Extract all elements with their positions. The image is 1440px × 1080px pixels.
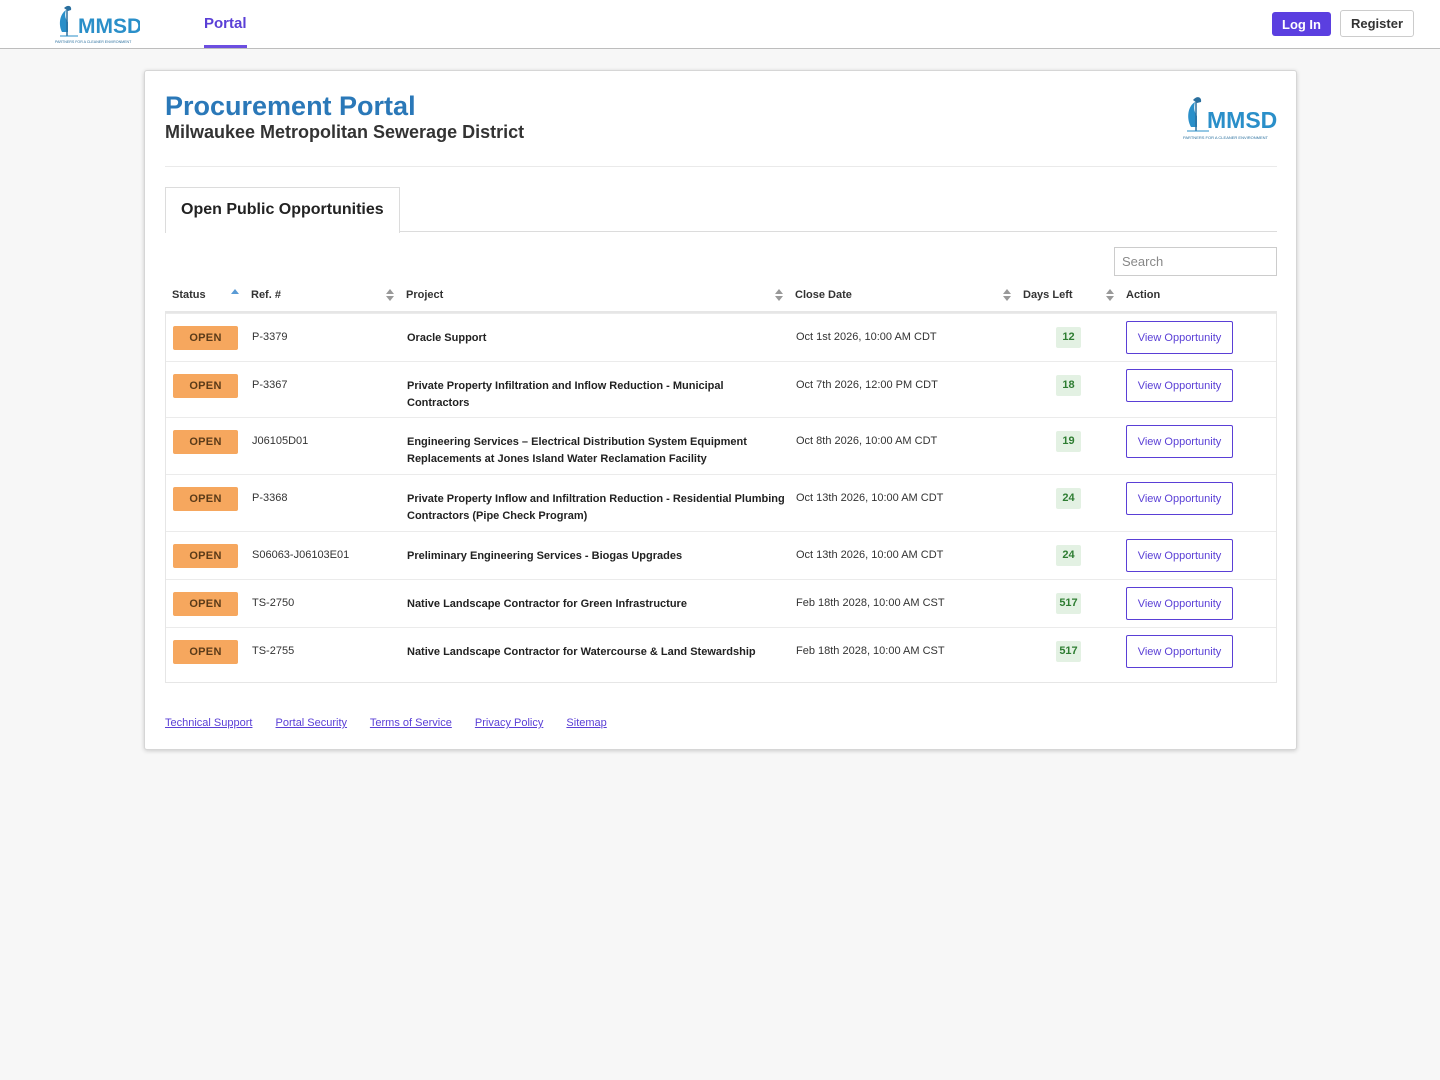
sort-icon[interactable]: [774, 287, 784, 303]
svg-text:PARTNERS FOR A CLEANER ENVIRON: PARTNERS FOR A CLEANER ENVIRONMENT: [55, 40, 132, 44]
status-badge: OPEN: [173, 326, 238, 350]
close-date: Oct 13th 2026, 10:00 AM CDT: [796, 492, 944, 504]
mmsd-logo[interactable]: MMSD PARTNERS FOR A CLEANER ENVIRONMENT: [54, 2, 140, 46]
close-date: Feb 18th 2028, 10:00 AM CST: [796, 597, 945, 609]
nav-tab-portal[interactable]: Portal: [204, 0, 247, 48]
status-badge: OPEN: [173, 544, 238, 568]
svg-text:PARTNERS FOR A CLEANER ENVIRON: PARTNERS FOR A CLEANER ENVIRONMENT: [1183, 135, 1269, 140]
sort-icon[interactable]: [1002, 287, 1012, 303]
register-button[interactable]: Register: [1340, 10, 1414, 37]
status-badge: OPEN: [173, 430, 238, 454]
ref-number: TS-2750: [252, 597, 295, 609]
days-left-badge: 24: [1056, 488, 1081, 509]
days-left-badge: 517: [1056, 593, 1081, 614]
column-header-action: Action: [1126, 289, 1161, 301]
view-opportunity-button[interactable]: View Opportunity: [1126, 369, 1233, 402]
table-row: OPEN TS-2755 Native Landscape Contractor…: [166, 627, 1276, 682]
table-row: OPEN P-3367 Private Property Infiltratio…: [166, 361, 1276, 417]
ref-number: J06105D01: [252, 435, 309, 447]
footer-link-portal-security[interactable]: Portal Security: [276, 717, 348, 729]
footer-link-privacy-policy[interactable]: Privacy Policy: [475, 717, 543, 729]
sort-icon[interactable]: [385, 287, 395, 303]
column-header-project[interactable]: Project: [406, 289, 443, 301]
sort-icon[interactable]: [1105, 287, 1115, 303]
project-name: Native Landscape Contractor for Watercou…: [407, 646, 756, 658]
svg-text:MMSD: MMSD: [78, 15, 140, 38]
footer-links: Technical Support Portal Security Terms …: [165, 717, 627, 729]
tab-open-public-opportunities[interactable]: Open Public Opportunities: [165, 187, 400, 233]
search-input[interactable]: [1114, 247, 1277, 276]
status-badge: OPEN: [173, 592, 238, 616]
table-row: OPEN S06063-J06103E01 Preliminary Engine…: [166, 531, 1276, 579]
ref-number: TS-2755: [252, 645, 295, 657]
footer-link-terms-of-service[interactable]: Terms of Service: [370, 717, 452, 729]
close-date: Oct 7th 2026, 12:00 PM CDT: [796, 379, 938, 391]
sort-ascending-icon[interactable]: [230, 287, 240, 303]
ref-number: P-3367: [252, 379, 288, 391]
column-header-status[interactable]: Status: [172, 289, 206, 301]
login-button[interactable]: Log In: [1272, 12, 1331, 36]
project-name: Oracle Support: [407, 332, 487, 344]
main-card: Procurement Portal Milwaukee Metropolita…: [144, 70, 1297, 750]
days-left-badge: 24: [1056, 545, 1081, 566]
close-date: Feb 18th 2028, 10:00 AM CST: [796, 645, 945, 657]
project-name: Private Property Inflow and Infiltration…: [407, 493, 785, 522]
close-date: Oct 13th 2026, 10:00 AM CDT: [796, 549, 944, 561]
ref-number: P-3379: [252, 331, 288, 343]
project-name: Native Landscape Contractor for Green In…: [407, 598, 687, 610]
status-badge: OPEN: [173, 374, 238, 398]
column-header-ref[interactable]: Ref. #: [251, 289, 281, 301]
table-header: Status Ref. # Project Close Date Days Le…: [165, 283, 1277, 313]
top-navbar: MMSD PARTNERS FOR A CLEANER ENVIRONMENT …: [0, 0, 1440, 49]
days-left-badge: 18: [1056, 375, 1081, 396]
status-badge: OPEN: [173, 487, 238, 511]
table-row: OPEN P-3368 Private Property Inflow and …: [166, 474, 1276, 531]
opportunities-table: OPEN P-3379 Oracle Support Oct 1st 2026,…: [165, 313, 1277, 683]
view-opportunity-button[interactable]: View Opportunity: [1126, 635, 1233, 668]
column-header-close-date[interactable]: Close Date: [795, 289, 852, 301]
table-row: OPEN P-3379 Oracle Support Oct 1st 2026,…: [166, 313, 1276, 361]
page-title: Procurement Portal: [165, 91, 416, 121]
table-row: OPEN J06105D01 Engineering Services – El…: [166, 417, 1276, 474]
days-left-badge: 19: [1056, 431, 1081, 452]
page-subtitle: Milwaukee Metropolitan Sewerage District: [165, 122, 525, 142]
days-left-badge: 517: [1056, 641, 1081, 662]
close-date: Oct 8th 2026, 10:00 AM CDT: [796, 435, 938, 447]
svg-text:MMSD: MMSD: [1207, 107, 1277, 133]
project-name: Engineering Services – Electrical Distri…: [407, 436, 747, 465]
status-badge: OPEN: [173, 640, 238, 664]
mmsd-logo-card: MMSD PARTNERS FOR A CLEANER ENVIRONMENT: [1183, 97, 1277, 140]
header-divider: [165, 166, 1277, 167]
table-row: OPEN TS-2750 Native Landscape Contractor…: [166, 579, 1276, 627]
view-opportunity-button[interactable]: View Opportunity: [1126, 539, 1233, 572]
footer-link-sitemap[interactable]: Sitemap: [566, 717, 606, 729]
ref-number: P-3368: [252, 492, 288, 504]
ref-number: S06063-J06103E01: [252, 549, 350, 561]
footer-link-technical-support[interactable]: Technical Support: [165, 717, 252, 729]
view-opportunity-button[interactable]: View Opportunity: [1126, 587, 1233, 620]
project-name: Preliminary Engineering Services - Bioga…: [407, 550, 683, 562]
view-opportunity-button[interactable]: View Opportunity: [1126, 321, 1233, 354]
project-name: Private Property Infiltration and Inflow…: [407, 380, 724, 409]
view-opportunity-button[interactable]: View Opportunity: [1126, 425, 1233, 458]
close-date: Oct 1st 2026, 10:00 AM CDT: [796, 331, 937, 343]
days-left-badge: 12: [1056, 327, 1081, 348]
view-opportunity-button[interactable]: View Opportunity: [1126, 482, 1233, 515]
column-header-days-left[interactable]: Days Left: [1023, 289, 1073, 301]
